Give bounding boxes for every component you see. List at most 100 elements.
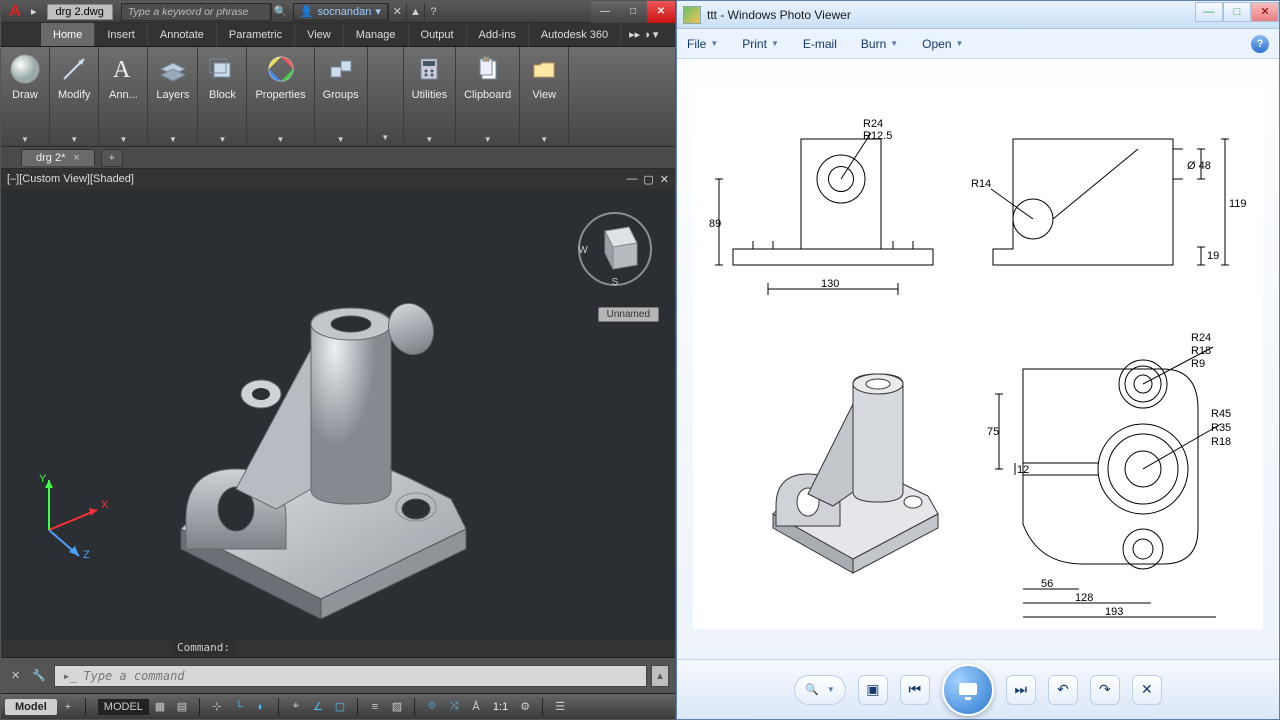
panel-slim-1[interactable]: ▼ [368, 47, 404, 146]
help-icon[interactable]: ? [1251, 35, 1269, 53]
delete-button[interactable]: ✕ [1132, 675, 1162, 705]
window-maximize-button[interactable]: □ [1223, 2, 1251, 22]
gear-icon[interactable]: ⚙ [514, 696, 536, 718]
svg-text:R45: R45 [1211, 408, 1231, 420]
gizmo-icon[interactable]: ⤨ [443, 696, 465, 718]
menu-email[interactable]: E-mail [803, 37, 837, 51]
commandline-history-button[interactable]: ▴ [651, 665, 669, 687]
qat-arrow-icon[interactable]: ▸ [29, 5, 39, 18]
ribbon-focus-toggle[interactable]: ▸▸ ◑ ▾ [623, 23, 664, 46]
wpv-image-canvas[interactable]: R24 R12.5 89 130 R14 [677, 59, 1279, 659]
viewport-maximize-icon[interactable]: ▢ [643, 173, 653, 186]
scale-ratio[interactable]: 1:1 [487, 701, 514, 713]
ortho-icon[interactable]: └ [228, 696, 250, 718]
layout-tab-model[interactable]: Model [5, 699, 57, 715]
panel-block[interactable]: Block ▼ [198, 47, 247, 146]
autocad-filename-chip[interactable]: drg 2.dwg [47, 4, 113, 20]
chevron-down-icon[interactable]: ▼ [277, 135, 285, 144]
chevron-down-icon[interactable]: ▼ [484, 135, 492, 144]
exchange-icon[interactable]: ✕ [388, 3, 406, 21]
panel-properties[interactable]: Properties ▼ [247, 47, 314, 146]
close-tab-icon[interactable]: × [73, 152, 79, 164]
layout-add-icon[interactable]: + [57, 696, 79, 718]
slideshow-button[interactable] [942, 664, 994, 716]
ribbon-tab-manage[interactable]: Manage [344, 23, 409, 46]
panel-layers[interactable]: Layers ▼ [148, 47, 198, 146]
new-tab-button[interactable]: + [101, 149, 123, 167]
document-tab-active[interactable]: drg 2* × [21, 149, 95, 166]
panel-modify[interactable]: Modify ▼ [50, 47, 99, 146]
otrack-icon[interactable]: ∠ [307, 696, 329, 718]
chevron-down-icon[interactable]: ▼ [337, 135, 345, 144]
next-image-button[interactable]: ⏭ [1006, 675, 1036, 705]
panel-groups[interactable]: Groups ▼ [315, 47, 368, 146]
rotate-cw-button[interactable]: ↷ [1090, 675, 1120, 705]
grid-icon[interactable]: ▦ [149, 696, 171, 718]
chevron-down-icon[interactable]: ▼ [169, 135, 177, 144]
command-input[interactable]: ▸_ Type a command [54, 665, 647, 687]
transparency-icon[interactable]: ▨ [386, 696, 408, 718]
chevron-down-icon[interactable]: ▼ [425, 135, 433, 144]
autocad-titlebar[interactable]: A ▸ drg 2.dwg Type a keyword or phrase 🔍… [1, 1, 675, 23]
selection-icon[interactable]: ⟐ [421, 696, 443, 718]
menu-file[interactable]: File▼ [687, 37, 718, 51]
app-menu-button[interactable]: A [1, 2, 29, 22]
model-space-indicator[interactable]: MODEL [98, 699, 149, 715]
lineweight-icon[interactable]: ≡ [364, 696, 386, 718]
viewport-close-icon[interactable]: ✕ [660, 173, 669, 186]
osnap-icon[interactable]: ⌖ [285, 696, 307, 718]
window-close-button[interactable]: ✕ [1251, 2, 1279, 22]
polar-icon[interactable]: ◐ [250, 696, 272, 718]
wpv-titlebar[interactable]: ttt - Windows Photo Viewer — □ ✕ [677, 1, 1279, 29]
menu-open[interactable]: Open▼ [922, 37, 963, 51]
window-minimize-button[interactable]: — [591, 1, 619, 23]
viewport-label[interactable]: [–][Custom View][Shaded] [7, 173, 134, 185]
chevron-down-icon[interactable]: ▼ [381, 133, 389, 142]
chevron-down-icon[interactable]: ▼ [218, 135, 226, 144]
commandline-close-icon[interactable]: ✕ [7, 669, 24, 682]
ribbon-tab-insert[interactable]: Insert [95, 23, 148, 46]
ribbon-tab-parametric[interactable]: Parametric [217, 23, 295, 46]
search-icon[interactable]: 🔍 [271, 3, 289, 21]
window-minimize-button[interactable]: — [1195, 2, 1223, 22]
annoscale-icon[interactable]: Å [465, 696, 487, 718]
chevron-down-icon[interactable]: ▼ [21, 135, 29, 144]
infocenter-search-input[interactable]: Type a keyword or phrase [121, 3, 271, 21]
ribbon-tab-autodesk360[interactable]: Autodesk 360 [529, 23, 621, 46]
panel-view[interactable]: View ▼ [520, 47, 569, 146]
window-maximize-button[interactable]: □ [619, 1, 647, 23]
autodesk-icon[interactable]: ▲ [406, 3, 424, 21]
ribbon-tab-output[interactable]: Output [409, 23, 467, 46]
prev-image-button[interactable]: ⏮ [900, 675, 930, 705]
viewcube[interactable]: S W [575, 209, 655, 289]
signed-in-user[interactable]: 👤 socnandan ▾ [293, 3, 388, 21]
chevron-down-icon[interactable]: ▼ [70, 135, 78, 144]
menu-burn[interactable]: Burn▼ [861, 37, 898, 51]
osnap3d-icon[interactable]: ▢ [329, 696, 351, 718]
ribbon-tab-home[interactable]: Home [41, 23, 95, 46]
panel-annotation[interactable]: A Ann... ▼ [99, 47, 148, 146]
ribbon-tab-annotate[interactable]: Annotate [148, 23, 217, 46]
actual-size-button[interactable]: ▣ [858, 675, 888, 705]
drawing-area[interactable]: S W Unnamed X Y Z [1, 189, 675, 640]
rotate-ccw-button[interactable]: ↶ [1048, 675, 1078, 705]
menu-print[interactable]: Print▼ [742, 37, 779, 51]
viewport-minimize-icon[interactable]: — [626, 173, 637, 186]
panel-draw[interactable]: Draw ▼ [1, 47, 50, 146]
ribbon-tab-view[interactable]: View [295, 23, 344, 46]
ribbon-tab-addins[interactable]: Add-ins [467, 23, 529, 46]
commandline-wrench-icon[interactable]: 🔧 [28, 669, 50, 682]
viewcube-label[interactable]: Unnamed [598, 307, 659, 322]
grid2-icon[interactable]: ▤ [171, 696, 193, 718]
panel-utilities[interactable]: Utilities ▼ [404, 47, 456, 146]
window-close-button[interactable]: ✕ [647, 1, 675, 23]
chevron-down-icon: ▼ [771, 39, 779, 48]
zoom-out-icon[interactable]: 🔍 [805, 683, 819, 696]
help-icon[interactable]: ? [424, 3, 442, 21]
customize-icon[interactable]: ☰ [549, 696, 571, 718]
chevron-down-icon[interactable]: ▼ [540, 135, 548, 144]
zoom-control[interactable]: 🔍▼ [794, 675, 846, 705]
chevron-down-icon[interactable]: ▼ [119, 135, 127, 144]
snap-icon[interactable]: ⊹ [206, 696, 228, 718]
panel-clipboard[interactable]: Clipboard ▼ [456, 47, 520, 146]
